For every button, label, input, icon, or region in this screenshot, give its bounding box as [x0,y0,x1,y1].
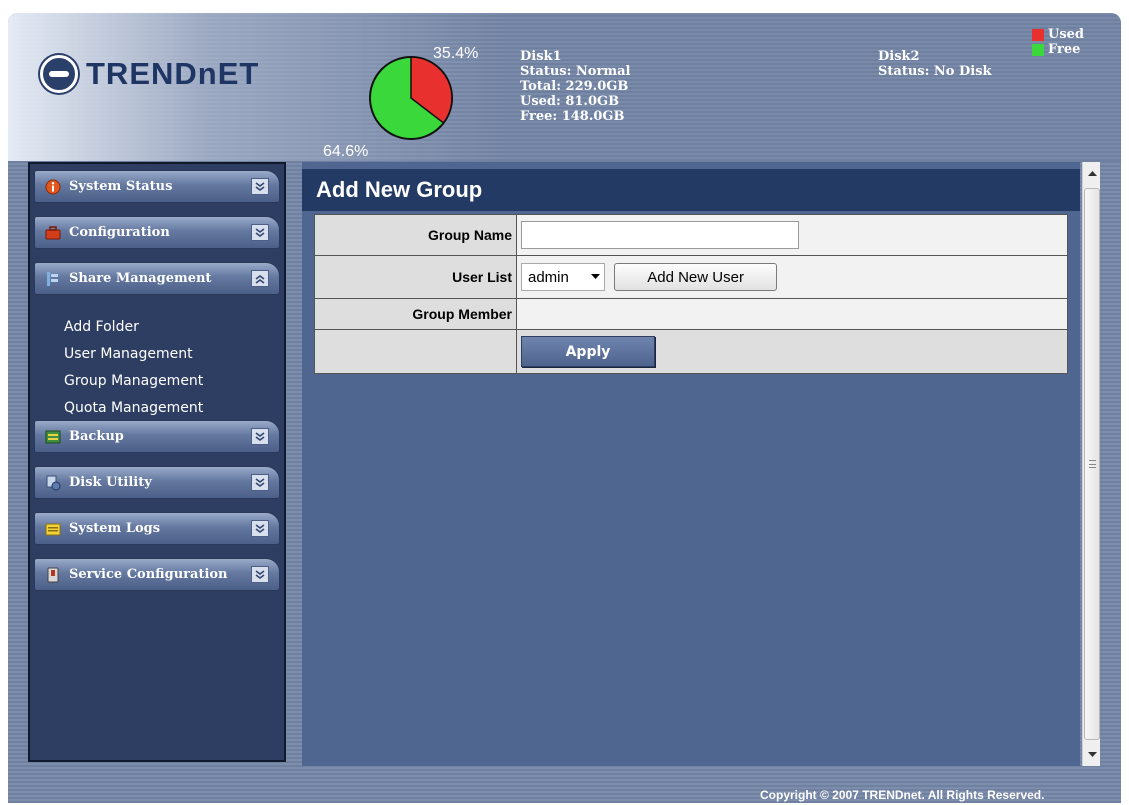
disk-icon [45,475,61,491]
logo-text: TRENDnET [86,56,260,91]
form-row-group-name: Group Name [314,214,1068,256]
submenu-group-management[interactable]: Group Management [64,368,203,395]
sidebar-item-label: Backup [69,429,124,444]
page-title-bar: Add New Group [302,169,1080,211]
sidebar-item-label: Disk Utility [69,475,152,490]
disk1-name: Disk1 [520,49,562,64]
disk1-free: Free: 148.0GB [520,109,625,124]
group-member-cell [516,298,1068,330]
group-name-label: Group Name [314,214,517,256]
sidebar-item-share-management[interactable]: Share Management [34,262,280,295]
apply-button[interactable]: Apply [521,336,655,367]
add-group-form: Group Name User List admin Add New User … [314,214,1068,374]
legend-used: Used [1032,27,1084,42]
add-new-user-button[interactable]: Add New User [614,263,778,291]
sidebar-item-configuration[interactable]: Configuration [34,216,280,249]
chevron-up-icon[interactable] [251,270,269,287]
sidebar-item-label: System Status [69,179,173,194]
free-swatch [1032,43,1044,56]
share-icon [45,271,61,287]
disk1-info: Disk1 Status: Normal Total: 229.0GB Used… [520,49,630,124]
sidebar-item-label: Service Configuration [69,567,228,582]
used-percent-label: 35.4% [433,45,479,62]
dropdown-arrow-icon [586,274,604,280]
trendnet-logo: TRENDnET [40,55,259,93]
toolbox-icon [45,225,61,241]
backup-icon [45,429,61,445]
legend-free-label: Free [1048,42,1081,57]
submenu-user-management[interactable]: User Management [64,341,203,368]
chevron-down-icon[interactable] [251,178,269,195]
actions-cell: Apply [516,329,1068,374]
chevron-down-icon[interactable] [251,224,269,241]
user-list-selected-value: admin [528,268,569,286]
vertical-scrollbar[interactable] [1082,162,1100,766]
header: TRENDnET 35.4% 64.6% Disk1 Status: Norma… [8,13,1121,161]
copyright-footer: Copyright © 2007 TRENDnet. All Rights Re… [760,788,1045,802]
sidebar-item-disk-utility[interactable]: Disk Utility [34,466,280,499]
logs-icon [45,521,61,537]
legend-free: Free [1032,42,1084,57]
disk2-info: Disk2 Status: No Disk [878,49,992,79]
share-management-submenu: Add Folder User Management Group Managem… [64,314,203,422]
used-swatch [1032,28,1044,41]
info-icon [45,179,61,195]
scrollbar-grip-icon [1088,460,1096,468]
user-list-label: User List [314,255,517,299]
sidebar-item-system-logs[interactable]: System Logs [34,512,280,545]
group-member-label: Group Member [314,298,517,330]
form-row-group-member: Group Member [314,298,1068,330]
disk1-total: Total: 229.0GB [520,79,629,94]
chevron-down-icon[interactable] [251,474,269,491]
sidebar: System Status Configuration Share Manage… [28,162,286,762]
chevron-down-icon[interactable] [251,428,269,445]
trendnet-logo-icon [40,55,78,93]
pie-legend: Used Free [1032,27,1084,57]
sidebar-item-label: System Logs [69,521,161,536]
user-list-cell: admin Add New User [516,255,1068,299]
chevron-down-icon[interactable] [251,566,269,583]
user-list-select[interactable]: admin [521,263,605,291]
scroll-up-arrow-icon[interactable] [1083,164,1101,181]
sidebar-item-system-status[interactable]: System Status [34,170,280,203]
service-icon [45,567,61,583]
submenu-quota-management[interactable]: Quota Management [64,395,203,422]
main-content: Add New Group Group Name User List admin… [302,162,1080,766]
sidebar-item-label: Configuration [69,225,170,240]
disk1-status: Status: Normal [520,64,631,79]
form-row-actions: Apply [314,329,1068,374]
sidebar-item-service-configuration[interactable]: Service Configuration [34,558,280,591]
disk2-name: Disk2 [878,49,920,64]
scrollbar-thumb[interactable] [1084,188,1100,740]
chevron-down-icon[interactable] [251,520,269,537]
scroll-down-arrow-icon[interactable] [1083,746,1101,763]
legend-used-label: Used [1048,27,1085,42]
submenu-add-folder[interactable]: Add Folder [64,314,203,341]
group-name-cell [516,214,1068,256]
actions-spacer-cell [314,329,517,374]
sidebar-item-backup[interactable]: Backup [34,420,280,453]
form-row-user-list: User List admin Add New User [314,255,1068,299]
page-title: Add New Group [316,177,483,202]
free-percent-label: 64.6% [323,143,369,160]
sidebar-item-label: Share Management [69,271,212,286]
group-name-input[interactable] [521,221,799,249]
disk1-used: Used: 81.0GB [520,94,620,109]
disk2-status: Status: No Disk [878,64,992,79]
disk-usage-pie-chart [369,56,453,140]
